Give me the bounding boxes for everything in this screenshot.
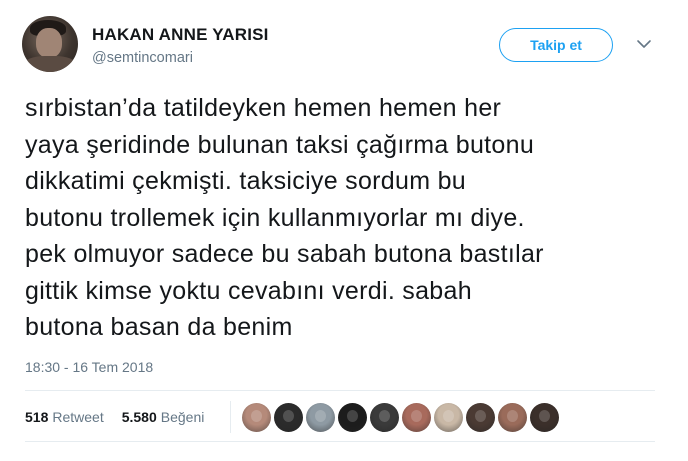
divider-bottom [25, 441, 655, 442]
chevron-down-icon[interactable] [636, 36, 652, 52]
liker-avatar[interactable] [370, 403, 399, 432]
divider-top [25, 390, 655, 391]
liker-avatar[interactable] [434, 403, 463, 432]
liker-avatar[interactable] [530, 403, 559, 432]
author-display-name[interactable]: HAKAN ANNE YARISI [92, 25, 269, 45]
like-count[interactable]: 5.580 [122, 409, 157, 425]
stats-separator [230, 401, 231, 433]
liker-avatar[interactable] [338, 403, 367, 432]
avatar-face [36, 28, 62, 58]
liker-avatar[interactable] [306, 403, 335, 432]
tweet-text: sırbistan’da tatildeyken hemen hemen her… [25, 94, 544, 341]
liker-avatar[interactable] [466, 403, 495, 432]
retweet-count[interactable]: 518 [25, 409, 48, 425]
liker-avatar[interactable] [498, 403, 527, 432]
liker-avatar[interactable] [402, 403, 431, 432]
tweet-timestamp[interactable]: 18:30 - 16 Tem 2018 [25, 359, 153, 375]
retweet-label[interactable]: Retweet [52, 409, 103, 425]
follow-button[interactable]: Takip et [499, 28, 613, 62]
tweet-stats: 518 Retweet 5.580 Beğeni [25, 409, 204, 425]
liker-avatar[interactable] [242, 403, 271, 432]
liker-avatar[interactable] [274, 403, 303, 432]
author-avatar[interactable] [22, 16, 78, 72]
avatar-shirt [24, 56, 76, 72]
like-label[interactable]: Beğeni [161, 409, 205, 425]
liker-avatars [242, 403, 559, 432]
author-handle[interactable]: @semtincomari [92, 50, 193, 66]
